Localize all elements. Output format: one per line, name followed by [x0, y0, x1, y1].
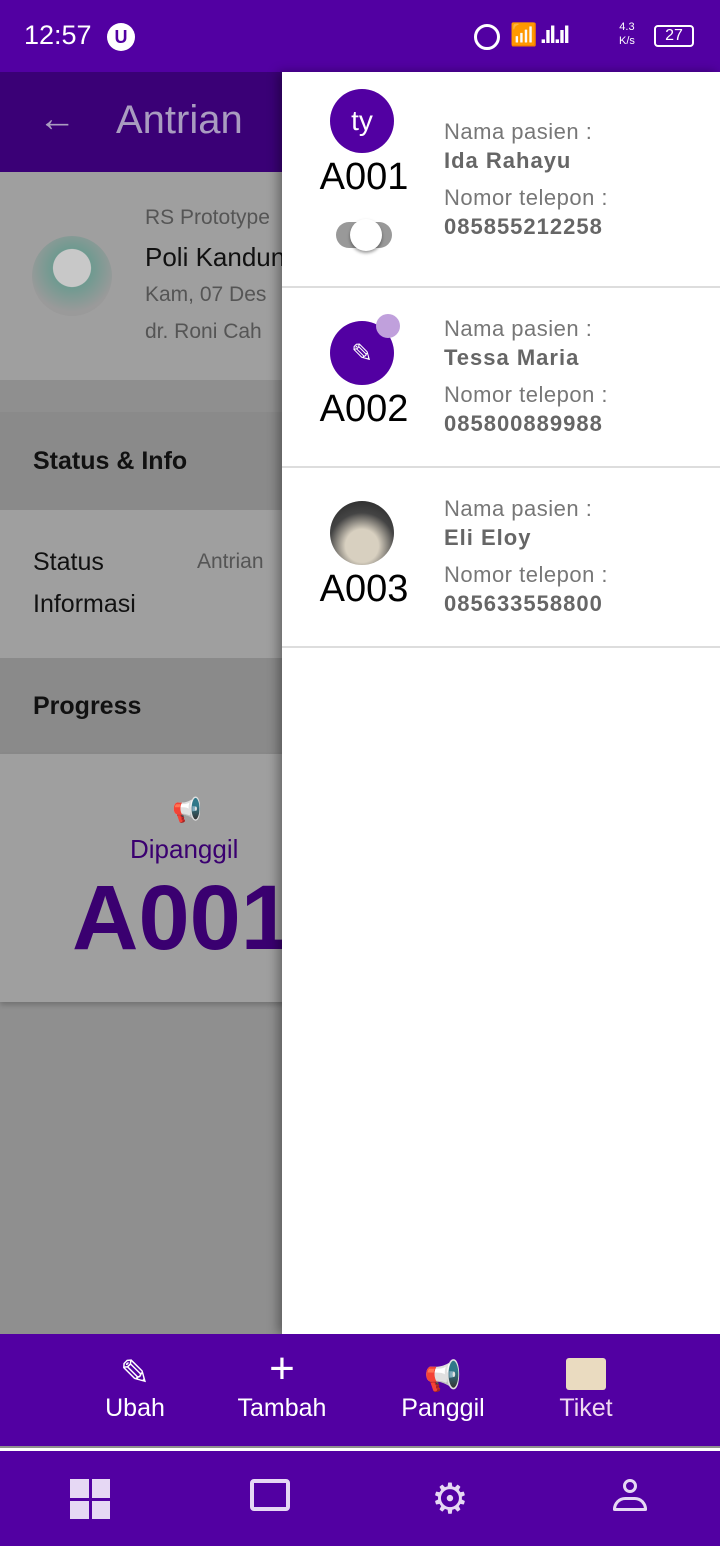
- monitor-icon[interactable]: [250, 1479, 290, 1511]
- button-label: Tiket: [559, 1394, 613, 1422]
- ticket-icon: [566, 1358, 606, 1390]
- button-label: Panggil: [401, 1394, 485, 1422]
- patient-name: Tessa Maria: [444, 345, 580, 370]
- avatar: ty: [330, 89, 394, 153]
- phone-label: Nomor telepon :: [444, 562, 609, 587]
- patient-name: Ida Rahayu: [444, 148, 572, 173]
- status-value: Antrian: [197, 550, 264, 573]
- patient-phone: 085800889988: [444, 411, 603, 436]
- queue-code: A001: [319, 156, 409, 198]
- dashboard-icon[interactable]: [70, 1479, 110, 1519]
- name-label: Nama pasien :: [444, 119, 593, 144]
- app-notification-icon: U: [107, 23, 135, 51]
- queue-item[interactable]: ty A001 Nama pasien : Ida Rahayu Nomor t…: [282, 72, 720, 288]
- add-button[interactable]: + Tambah: [212, 1334, 352, 1423]
- wifi-icon: 📶: [510, 22, 538, 47]
- net-speed-unit: K/s: [619, 35, 635, 47]
- signal-icon: .ıl.ıl: [540, 22, 570, 49]
- hospital-name: RS Prototype: [145, 206, 270, 229]
- called-label: Dipanggil: [130, 834, 239, 864]
- battery-icon: 27: [654, 25, 694, 47]
- bottom-nav: ⚙: [0, 1448, 720, 1546]
- action-bar: ✎ Ubah + Tambah 📢 Panggil Tiket: [0, 1334, 720, 1446]
- toggle-switch[interactable]: [336, 219, 392, 251]
- page-title: Antrian: [116, 98, 243, 142]
- megaphone-icon: 📢: [172, 797, 202, 824]
- alarm-icon: [474, 24, 500, 50]
- patient-phone: 085633558800: [444, 591, 603, 616]
- button-label: Ubah: [105, 1394, 165, 1422]
- schedule-date: Kam, 07 Des: [145, 283, 267, 306]
- status-bar: 12:57 U 📶 .ıl.ıl 4.3 K/s 27: [0, 0, 720, 72]
- megaphone-icon: 📢: [424, 1360, 462, 1393]
- info-label: Informasi: [33, 590, 136, 618]
- patient-phone: 085855212258: [444, 214, 603, 239]
- queue-code: A003: [319, 568, 409, 610]
- queue-drawer: ty A001 Nama pasien : Ida Rahayu Nomor t…: [282, 72, 720, 1334]
- clock: 12:57: [24, 20, 92, 50]
- section-title: Status & Info: [33, 447, 188, 475]
- queue-item[interactable]: A003 Nama pasien : Eli Eloy Nomor telepo…: [282, 468, 720, 648]
- name-label: Nama pasien :: [444, 496, 593, 521]
- name-label: Nama pasien :: [444, 316, 593, 341]
- button-label: Tambah: [237, 1394, 327, 1422]
- back-arrow-icon[interactable]: ←: [38, 98, 76, 141]
- status-label: Status: [33, 548, 104, 576]
- queue-code: A002: [319, 388, 409, 430]
- pencil-icon: ✎: [119, 1352, 151, 1393]
- person-icon[interactable]: [610, 1479, 650, 1519]
- edit-button[interactable]: ✎ Ubah: [65, 1334, 205, 1423]
- phone-label: Nomor telepon :: [444, 382, 609, 407]
- phone-label: Nomor telepon :: [444, 185, 609, 210]
- doctor-name: dr. Roni Cah: [145, 320, 262, 343]
- badge-dot: [376, 314, 400, 338]
- plus-icon: +: [269, 1344, 295, 1393]
- called-code: A001: [72, 867, 292, 969]
- section-title: Progress: [33, 692, 142, 720]
- net-speed: 4.3: [619, 21, 635, 33]
- call-button[interactable]: 📢 Panggil: [373, 1334, 513, 1423]
- queue-item[interactable]: ✎ A002 Nama pasien : Tessa Maria Nomor t…: [282, 288, 720, 468]
- patient-photo: [330, 501, 394, 565]
- ticket-button[interactable]: Tiket: [516, 1334, 656, 1423]
- doctor-avatar: [32, 236, 112, 316]
- patient-name: Eli Eloy: [444, 525, 532, 550]
- gear-icon[interactable]: ⚙: [430, 1478, 470, 1520]
